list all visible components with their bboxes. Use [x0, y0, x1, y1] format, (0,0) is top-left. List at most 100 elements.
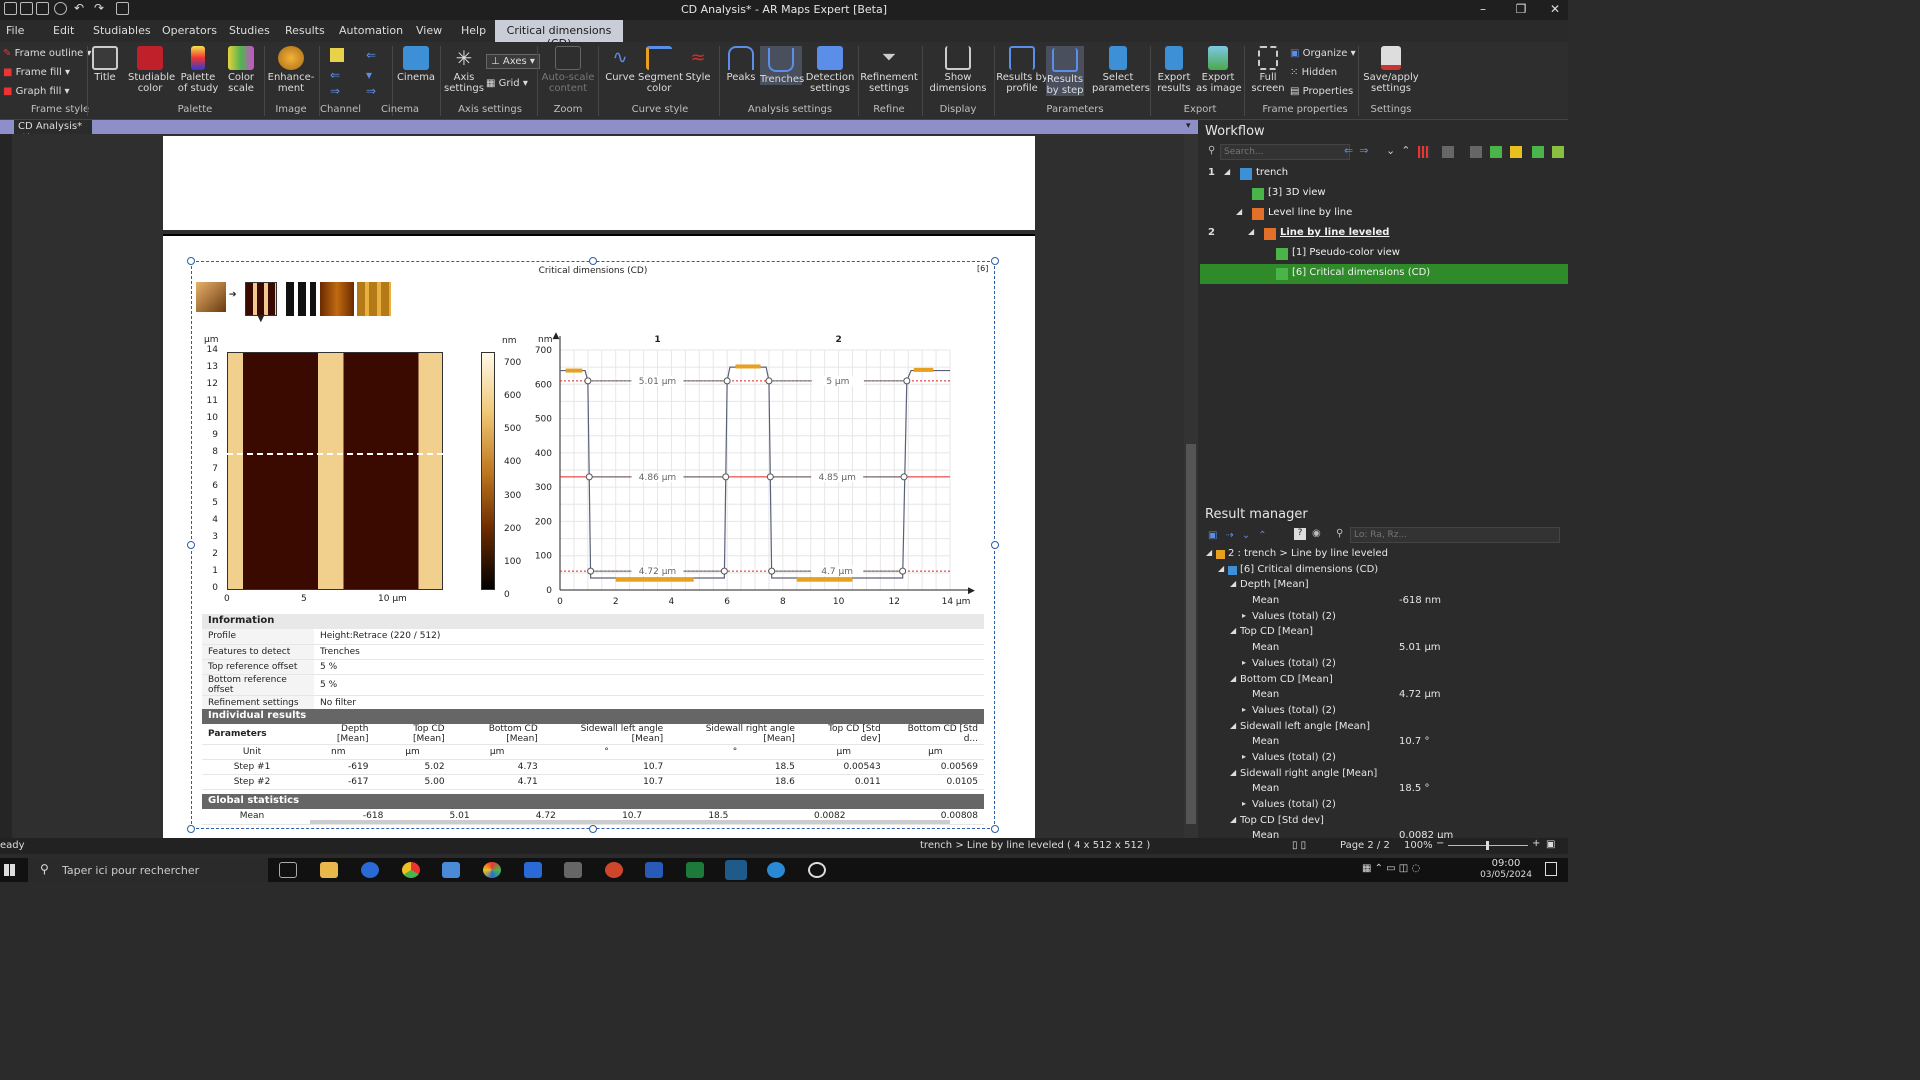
color-scale-button[interactable]: Color scale	[222, 46, 260, 94]
trello-icon[interactable]	[524, 862, 542, 878]
result-item[interactable]: Mean 4.72 µm	[1200, 688, 1568, 704]
resize-handle[interactable]	[187, 541, 195, 549]
workflow-search-input[interactable]	[1220, 144, 1350, 160]
workflow-star-icon[interactable]	[1510, 146, 1522, 158]
results-by-step-button[interactable]: Results by step	[1046, 46, 1084, 96]
collapse-arrow-icon[interactable]: ◢	[1230, 721, 1236, 730]
color-scale-bar[interactable]	[481, 352, 495, 590]
channel-right-icon[interactable]: ⇒	[366, 84, 376, 98]
table-hscrollbar[interactable]	[310, 820, 950, 824]
minimize-icon[interactable]: –	[1468, 2, 1498, 16]
trenches-button[interactable]: Trenches	[760, 46, 804, 85]
task-view-icon[interactable]	[279, 862, 297, 878]
page-icon[interactable]: ▯ ▯	[1292, 840, 1306, 851]
workflow-item[interactable]: [3] 3D view	[1200, 184, 1568, 204]
graph-fill-button[interactable]: ■ Graph fill ▾	[3, 86, 70, 97]
file-explorer-icon[interactable]	[320, 862, 338, 878]
organize-button[interactable]: ▣ Organize ▾	[1290, 48, 1356, 59]
windows-start-icon[interactable]	[4, 864, 16, 876]
result-item[interactable]: ◢ Top CD [Std dev]	[1200, 814, 1568, 830]
collapse-arrow-icon[interactable]: ◢	[1230, 674, 1236, 683]
grid-dropdown[interactable]: ▦ Grid ▾	[486, 78, 528, 89]
export-results-button[interactable]: Export results	[1154, 46, 1194, 94]
workflow-item[interactable]: [1] Pseudo-color view	[1200, 244, 1568, 264]
channel-thumbnail-4[interactable]	[357, 282, 391, 316]
menu-results[interactable]: Results	[285, 24, 325, 37]
channel-next-icon[interactable]: ⇒	[330, 84, 340, 98]
collapse-arrow-icon[interactable]: ◢	[1230, 626, 1236, 635]
expand-arrow-icon[interactable]: ▸	[1242, 705, 1246, 714]
collapse-arrow-icon[interactable]: ◢	[1206, 548, 1212, 557]
height-map-image[interactable]	[227, 352, 443, 590]
3d-thumbnail-icon[interactable]	[196, 282, 226, 312]
collapse-arrow-icon[interactable]: ◢	[1218, 564, 1224, 573]
result-manager-toolbar[interactable]: ▣⇢⌄⌃	[1208, 530, 1275, 541]
edge-icon[interactable]	[361, 862, 379, 878]
expand-arrow-icon[interactable]: ▸	[1242, 799, 1246, 808]
peaks-button[interactable]: Peaks	[722, 46, 760, 83]
collapse-arrow-icon[interactable]: ◢	[1230, 579, 1236, 588]
result-item[interactable]: ◢ Bottom CD [Mean]	[1200, 673, 1568, 689]
tab-critical-dimensions[interactable]: Critical dimensions (CD)	[495, 20, 623, 50]
result-item[interactable]: ◢ Top CD [Mean]	[1200, 625, 1568, 641]
result-item[interactable]: ▸ Values (total) (2)	[1200, 657, 1568, 673]
restore-icon[interactable]: ❐	[1506, 2, 1536, 16]
result-item[interactable]: Mean 10.7 °	[1200, 735, 1568, 751]
taskbar-search-text[interactable]: Taper ici pour rechercher	[62, 864, 199, 877]
resize-handle[interactable]	[991, 541, 999, 549]
palette-of-study-button[interactable]: Palette of study	[176, 46, 220, 94]
result-search-input[interactable]	[1350, 527, 1560, 543]
cinema-button[interactable]: Cinema	[396, 46, 436, 83]
expand-chevron-icon[interactable]: ◢	[1248, 227, 1254, 236]
file-explorer-strip[interactable]	[0, 134, 12, 854]
workflow-grid-icon[interactable]	[1490, 146, 1502, 158]
channel-left-icon[interactable]: ⇐	[366, 48, 376, 62]
profile-chart[interactable]: ▲▶nm70060050040030020010000 2 4 6 8 10 12 14 µm…	[530, 330, 980, 612]
slack-icon[interactable]	[483, 862, 501, 878]
workflow-item[interactable]: [6] Critical dimensions (CD)	[1200, 264, 1568, 284]
workflow-bars-icon[interactable]	[1418, 146, 1430, 158]
studiable-color-button[interactable]: Studiable color	[128, 46, 175, 94]
workflow-item[interactable]: 2 ◢ Line by line leveled	[1200, 224, 1568, 244]
save-apply-settings-button[interactable]: Save/apply settings	[1362, 46, 1420, 94]
document-tab[interactable]: CD Analysis* ✕	[14, 120, 92, 143]
result-item[interactable]: ◢ Sidewall left angle [Mean]	[1200, 720, 1568, 736]
profile-marker-line[interactable]	[227, 453, 443, 455]
result-item[interactable]: ◢ Sidewall right angle [Mean]	[1200, 767, 1568, 783]
result-item[interactable]: ▸ Values (total) (2)	[1200, 704, 1568, 720]
frame-outline-button[interactable]: ✎ Frame outline ▾	[3, 48, 92, 59]
detection-settings-button[interactable]: Detection settings	[804, 46, 856, 94]
help-icon[interactable]: ?	[1294, 528, 1306, 540]
title-button[interactable]: Title	[88, 46, 122, 83]
app-circle-icon[interactable]	[808, 862, 826, 878]
workflow-box-icon[interactable]	[1442, 146, 1454, 158]
axes-dropdown[interactable]: ⊥ Axes ▾	[486, 54, 540, 69]
menu-view[interactable]: View	[416, 24, 442, 37]
app-c-icon[interactable]	[767, 862, 785, 878]
workflow-link-icon[interactable]	[1470, 146, 1482, 158]
tray-icons[interactable]: ▦ ⌃ ▭ ◫ ◌	[1362, 863, 1420, 874]
menu-studies[interactable]: Studies	[229, 24, 270, 37]
word-icon[interactable]	[645, 862, 663, 878]
menu-studiables[interactable]: Studiables	[93, 24, 151, 37]
collapse-arrow-icon[interactable]: ◢	[1230, 815, 1236, 824]
workflow-toolbar[interactable]: ⇐⇒	[1344, 144, 1374, 157]
channel-down-icon[interactable]: ▾	[366, 68, 372, 82]
expand-chevron-icon[interactable]: ◢	[1236, 207, 1242, 216]
curve-button[interactable]: ∿ Curve	[602, 46, 638, 83]
close-icon[interactable]: ✕	[1540, 2, 1570, 16]
select-parameters-button[interactable]: Select parameters	[1092, 46, 1150, 94]
notification-icon[interactable]	[1545, 862, 1557, 876]
result-item[interactable]: ◢ 2 : trench > Line by line leveled	[1200, 547, 1568, 563]
result-item[interactable]: ▸ Values (total) (2)	[1200, 610, 1568, 626]
expand-arrow-icon[interactable]: ▸	[1242, 611, 1246, 620]
workflow-item[interactable]: 1 ◢ trench	[1200, 164, 1568, 184]
channel-icon[interactable]	[330, 48, 344, 62]
frame-fill-button[interactable]: ■ Frame fill ▾	[3, 67, 70, 78]
resize-handle[interactable]	[187, 825, 195, 833]
show-dimensions-button[interactable]: Show dimensions	[926, 46, 990, 94]
menu-edit[interactable]: Edit	[53, 24, 74, 37]
result-item[interactable]: ◢ [6] Critical dimensions (CD)	[1200, 563, 1568, 579]
properties-button[interactable]: ▤ Properties	[1290, 86, 1353, 97]
menu-help[interactable]: Help	[461, 24, 486, 37]
